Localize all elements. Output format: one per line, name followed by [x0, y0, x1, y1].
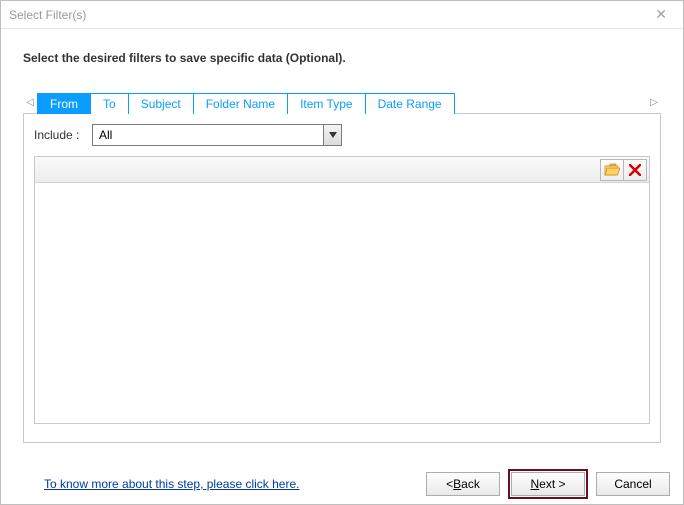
include-label: Include :: [34, 128, 86, 142]
tab-scroll-left-icon[interactable]: ◁: [23, 91, 37, 113]
list-toolbar: [35, 157, 649, 183]
next-rest: ext >: [539, 477, 565, 491]
dialog-footer: To know more about this step, please cli…: [0, 463, 684, 505]
titlebar: Select Filter(s) ✕: [1, 1, 683, 29]
back-button[interactable]: < Back: [426, 472, 500, 496]
tab-to[interactable]: To: [90, 93, 129, 114]
tab-from[interactable]: From: [37, 93, 91, 114]
tab-scroll-right-icon[interactable]: ▷: [647, 91, 661, 113]
instruction-text: Select the desired filters to save speci…: [23, 51, 661, 65]
back-underline: B: [453, 477, 461, 491]
tab-date-range[interactable]: Date Range: [365, 93, 455, 114]
dialog-content: Select the desired filters to save speci…: [1, 29, 683, 443]
tab-subject[interactable]: Subject: [128, 93, 194, 114]
include-combobox[interactable]: All: [92, 124, 342, 146]
chevron-down-icon[interactable]: [323, 125, 341, 145]
next-button[interactable]: Next >: [511, 472, 585, 496]
next-button-highlight: Next >: [508, 469, 588, 499]
close-icon[interactable]: ✕: [647, 4, 675, 25]
delete-icon[interactable]: [623, 159, 647, 181]
tabs: From To Subject Folder Name Item Type Da…: [37, 91, 647, 113]
filter-list-body[interactable]: [35, 183, 649, 423]
cancel-button[interactable]: Cancel: [596, 472, 670, 496]
next-underline: N: [530, 477, 539, 491]
wizard-buttons: < Back Next > Cancel: [426, 469, 670, 499]
tab-item-type[interactable]: Item Type: [287, 93, 365, 114]
filter-listbox: [34, 156, 650, 424]
folder-open-icon[interactable]: [600, 159, 624, 181]
filter-panel: Include : All: [23, 113, 661, 443]
window-title: Select Filter(s): [9, 8, 86, 22]
back-rest: ack: [461, 477, 480, 491]
tab-folder-name[interactable]: Folder Name: [193, 93, 288, 114]
tabs-row: ◁ From To Subject Folder Name Item Type …: [23, 91, 661, 113]
include-row: Include : All: [34, 124, 650, 146]
help-link[interactable]: To know more about this step, please cli…: [44, 477, 299, 491]
back-prefix: <: [446, 477, 453, 491]
include-value: All: [99, 128, 112, 142]
